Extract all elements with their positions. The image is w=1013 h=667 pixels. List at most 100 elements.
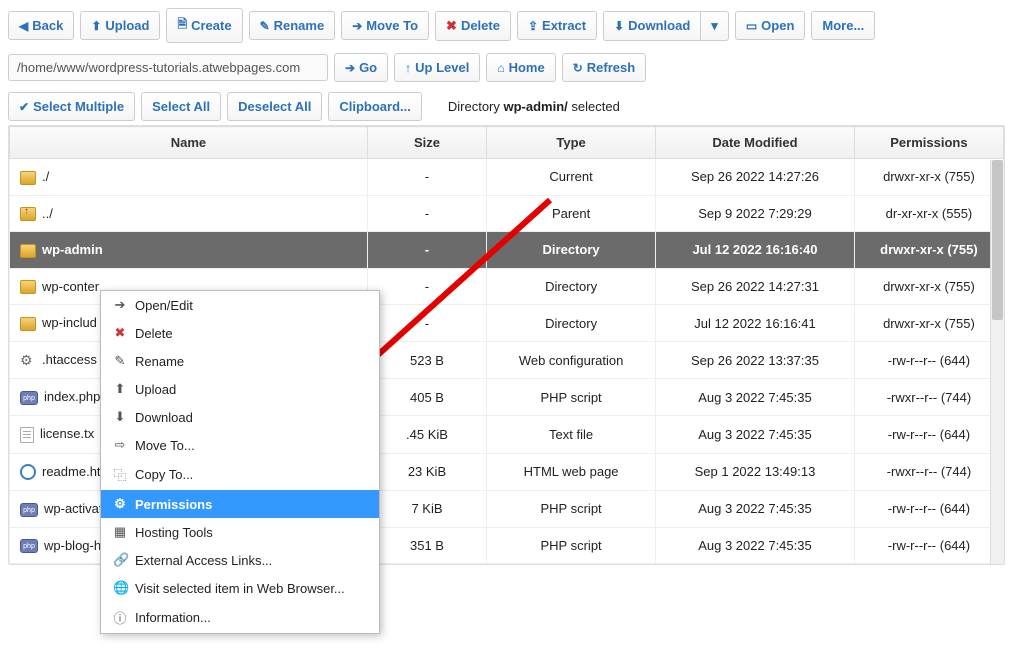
ctx-label: Download <box>135 410 193 425</box>
upload-button[interactable]: ⬆Upload <box>80 11 160 40</box>
ctx-information[interactable]: ⓘInformation... <box>101 602 379 633</box>
cell-type: Parent <box>487 195 656 232</box>
moveto-button[interactable]: ➔Move To <box>341 11 429 40</box>
ctx-copy-to[interactable]: ⿻Copy To... <box>101 459 379 490</box>
main-toolbar: ◀Back ⬆Upload 🗎Create ✎Rename ➔Move To ✖… <box>8 8 1005 43</box>
cell-name: ../ <box>10 195 368 232</box>
create-button[interactable]: 🗎Create <box>166 8 242 43</box>
ctx-rename[interactable]: ✎ Rename <box>101 347 379 375</box>
cell-date: Sep 26 2022 13:37:35 <box>656 341 855 379</box>
table-row[interactable]: ./-CurrentSep 26 2022 14:27:26drwxr-xr-x… <box>10 159 1004 196</box>
cell-perm: dr-xr-xr-x (555) <box>854 195 1003 232</box>
uplevel-button[interactable]: ↑Up Level <box>394 53 480 82</box>
col-date[interactable]: Date Modified <box>656 127 855 159</box>
folder-icon <box>20 171 36 185</box>
ctx-label: Rename <box>135 354 184 369</box>
upload-icon: ⬆ <box>91 19 101 33</box>
cell-size: - <box>367 232 486 269</box>
file-plus-icon: 🗎 <box>177 15 187 36</box>
ctx-permissions[interactable]: ⚙Permissions <box>101 490 379 518</box>
ctx-move-to[interactable]: ⇨Move To... <box>101 431 379 459</box>
cell-type: PHP script <box>487 527 656 564</box>
select-all-button[interactable]: Select All <box>141 92 221 121</box>
cell-date: Aug 3 2022 7:45:35 <box>656 491 855 528</box>
ctx-label: Permissions <box>135 497 212 512</box>
extract-button[interactable]: ⇪Extract <box>517 11 597 40</box>
arrow-right-icon: ➔ <box>345 61 355 75</box>
delete-button[interactable]: ✖Delete <box>435 11 511 41</box>
cell-type: HTML web page <box>487 453 656 491</box>
ctx-icon: ⓘ <box>113 608 127 627</box>
ctx-icon: 🌐 <box>113 580 127 596</box>
gear-icon <box>20 352 36 368</box>
table-row[interactable]: wp-admin-DirectoryJul 12 2022 16:16:40dr… <box>10 232 1004 269</box>
col-perm[interactable]: Permissions <box>854 127 1003 159</box>
col-size[interactable]: Size <box>367 127 486 159</box>
cell-size: 523 B <box>367 341 486 379</box>
cell-type: PHP script <box>487 491 656 528</box>
ctx-visit-selected-item-in-web-browser[interactable]: 🌐 Visit selected item in Web Browser... <box>101 574 379 602</box>
file-name: wp-includ <box>42 315 97 330</box>
file-name: ../ <box>42 206 53 221</box>
col-name[interactable]: Name <box>10 127 368 159</box>
ctx-hosting-tools[interactable]: ▦Hosting Tools <box>101 518 379 546</box>
ctx-external-access-links[interactable]: 🔗External Access Links... <box>101 546 379 574</box>
cell-date: Aug 3 2022 7:45:35 <box>656 415 855 453</box>
cell-size: 405 B <box>367 379 486 416</box>
ctx-icon: 🔗 <box>113 552 127 568</box>
more-button[interactable]: More... <box>811 11 875 40</box>
scrollbar[interactable] <box>990 160 1004 564</box>
home-button[interactable]: ⌂Home <box>486 53 555 82</box>
ctx-label: Visit selected item in Web Browser... <box>135 581 345 596</box>
ctx-open-edit[interactable]: ➔ Open/Edit <box>101 291 379 319</box>
check-icon: ✔ <box>19 100 29 114</box>
selection-row: ✔Select Multiple Select All Deselect All… <box>8 92 1005 121</box>
refresh-button[interactable]: ↻Refresh <box>562 53 646 82</box>
x-icon: ✖ <box>446 18 457 34</box>
file-name: readme.ht <box>42 464 101 479</box>
ctx-upload[interactable]: ⬆Upload <box>101 375 379 403</box>
clipboard-button[interactable]: Clipboard... <box>328 92 422 121</box>
ctx-icon: ➔ <box>113 297 127 313</box>
ctx-icon: ✎ <box>113 353 127 369</box>
go-button[interactable]: ➔Go <box>334 53 388 82</box>
cell-name: wp-admin <box>10 232 368 269</box>
cell-type: PHP script <box>487 379 656 416</box>
cell-perm: -rw-r--r-- (644) <box>854 527 1003 564</box>
cell-date: Jul 12 2022 16:16:41 <box>656 305 855 342</box>
cell-date: Sep 1 2022 13:49:13 <box>656 453 855 491</box>
open-button[interactable]: ▭Open <box>735 11 806 40</box>
folder-icon <box>20 244 36 258</box>
path-input[interactable] <box>8 54 328 81</box>
back-button[interactable]: ◀Back <box>8 11 74 40</box>
context-menu: ➔ Open/Edit ✖Delete ✎ Rename ⬆Upload⬇Download… <box>100 290 380 634</box>
cell-date: Sep 26 2022 14:27:31 <box>656 268 855 305</box>
cell-name: ./ <box>10 159 368 196</box>
ctx-icon: ✖ <box>113 325 127 341</box>
download-button[interactable]: ⬇Download <box>603 11 700 41</box>
download-group: ⬇Download ▾ <box>603 11 729 41</box>
ctx-label: Open/Edit <box>135 298 193 313</box>
deselect-all-button[interactable]: Deselect All <box>227 92 322 121</box>
cell-type: Directory <box>487 268 656 305</box>
cell-perm: -rwxr--r-- (744) <box>854 453 1003 491</box>
cell-date: Sep 9 2022 7:29:29 <box>656 195 855 232</box>
arrow-left-icon: ◀ <box>19 19 28 33</box>
cell-perm: drwxr-xr-x (755) <box>854 232 1003 269</box>
col-type[interactable]: Type <box>487 127 656 159</box>
php-icon <box>20 391 38 405</box>
txt-icon <box>20 427 34 443</box>
ctx-delete[interactable]: ✖Delete <box>101 319 379 347</box>
scrollbar-thumb[interactable] <box>992 160 1003 320</box>
file-name: index.php <box>44 389 100 404</box>
select-multiple-button[interactable]: ✔Select Multiple <box>8 92 135 121</box>
cell-size: 7 KiB <box>367 491 486 528</box>
cell-size: - <box>367 305 486 342</box>
rename-button[interactable]: ✎Rename <box>249 11 336 40</box>
download-dropdown[interactable]: ▾ <box>700 11 729 41</box>
caret-down-icon: ▾ <box>711 18 718 34</box>
cell-perm: drwxr-xr-x (755) <box>854 268 1003 305</box>
table-row[interactable]: ../-ParentSep 9 2022 7:29:29dr-xr-xr-x (… <box>10 195 1004 232</box>
file-name: wp-admin <box>42 242 103 257</box>
ctx-download[interactable]: ⬇Download <box>101 403 379 431</box>
